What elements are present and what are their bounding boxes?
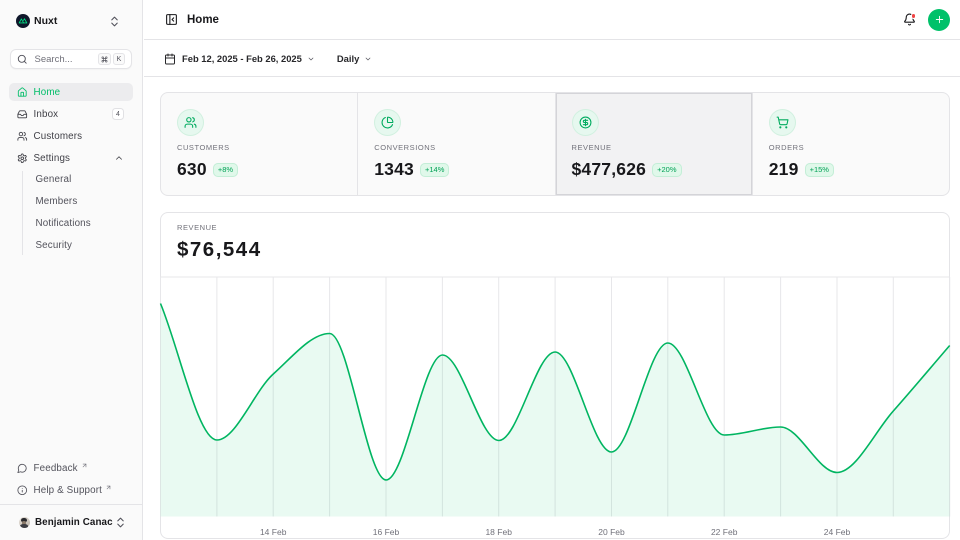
svg-text:18 Feb: 18 Feb bbox=[485, 527, 512, 537]
svg-text:24 Feb: 24 Feb bbox=[824, 527, 851, 537]
svg-text:22 Feb: 22 Feb bbox=[711, 527, 738, 537]
svg-text:14 Feb: 14 Feb bbox=[260, 527, 287, 537]
svg-text:16 Feb: 16 Feb bbox=[373, 527, 400, 537]
svg-text:20 Feb: 20 Feb bbox=[598, 527, 625, 537]
